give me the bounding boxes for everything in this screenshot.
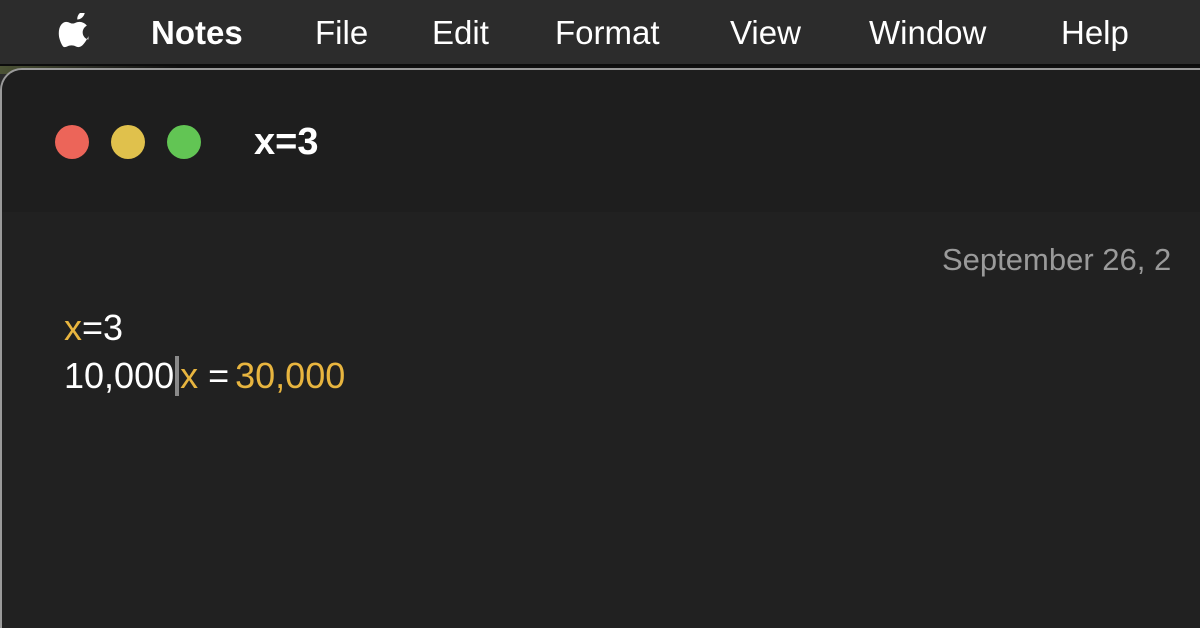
window-title: x=3 — [254, 121, 319, 163]
menu-help[interactable]: Help — [1061, 13, 1129, 53]
note-line[interactable]: x=3 — [64, 306, 123, 350]
text-cursor — [175, 356, 180, 396]
note-editor[interactable]: September 26, 2 x=3 10,000 x = 30,000 — [2, 212, 1200, 628]
math-variable: x — [64, 307, 82, 348]
menu-edit[interactable]: Edit — [432, 13, 489, 53]
math-result[interactable]: 30,000 — [235, 355, 345, 396]
title-bar[interactable]: x=3 — [2, 70, 1200, 212]
zoom-button[interactable] — [167, 125, 201, 159]
menu-format[interactable]: Format — [555, 13, 660, 53]
menu-window[interactable]: Window — [869, 13, 986, 53]
close-button[interactable] — [55, 125, 89, 159]
note-date: September 26, 2 — [942, 242, 1172, 277]
expression-text: 10,000 — [64, 355, 175, 396]
menu-notes[interactable]: Notes — [151, 13, 243, 53]
menu-bar: Notes File Edit Format View Window Help — [0, 0, 1200, 66]
math-variable: x — [180, 355, 199, 396]
equals-sign: = — [208, 355, 230, 396]
menu-view[interactable]: View — [730, 13, 801, 53]
note-line[interactable]: 10,000 x = 30,000 — [64, 354, 345, 398]
expression-text: =3 — [82, 307, 124, 348]
apple-icon[interactable] — [56, 13, 96, 53]
minimize-button[interactable] — [111, 125, 145, 159]
notes-window: x=3 September 26, 2 x=3 10,000 x = 30,000 — [0, 68, 1200, 628]
menu-file[interactable]: File — [315, 13, 368, 53]
